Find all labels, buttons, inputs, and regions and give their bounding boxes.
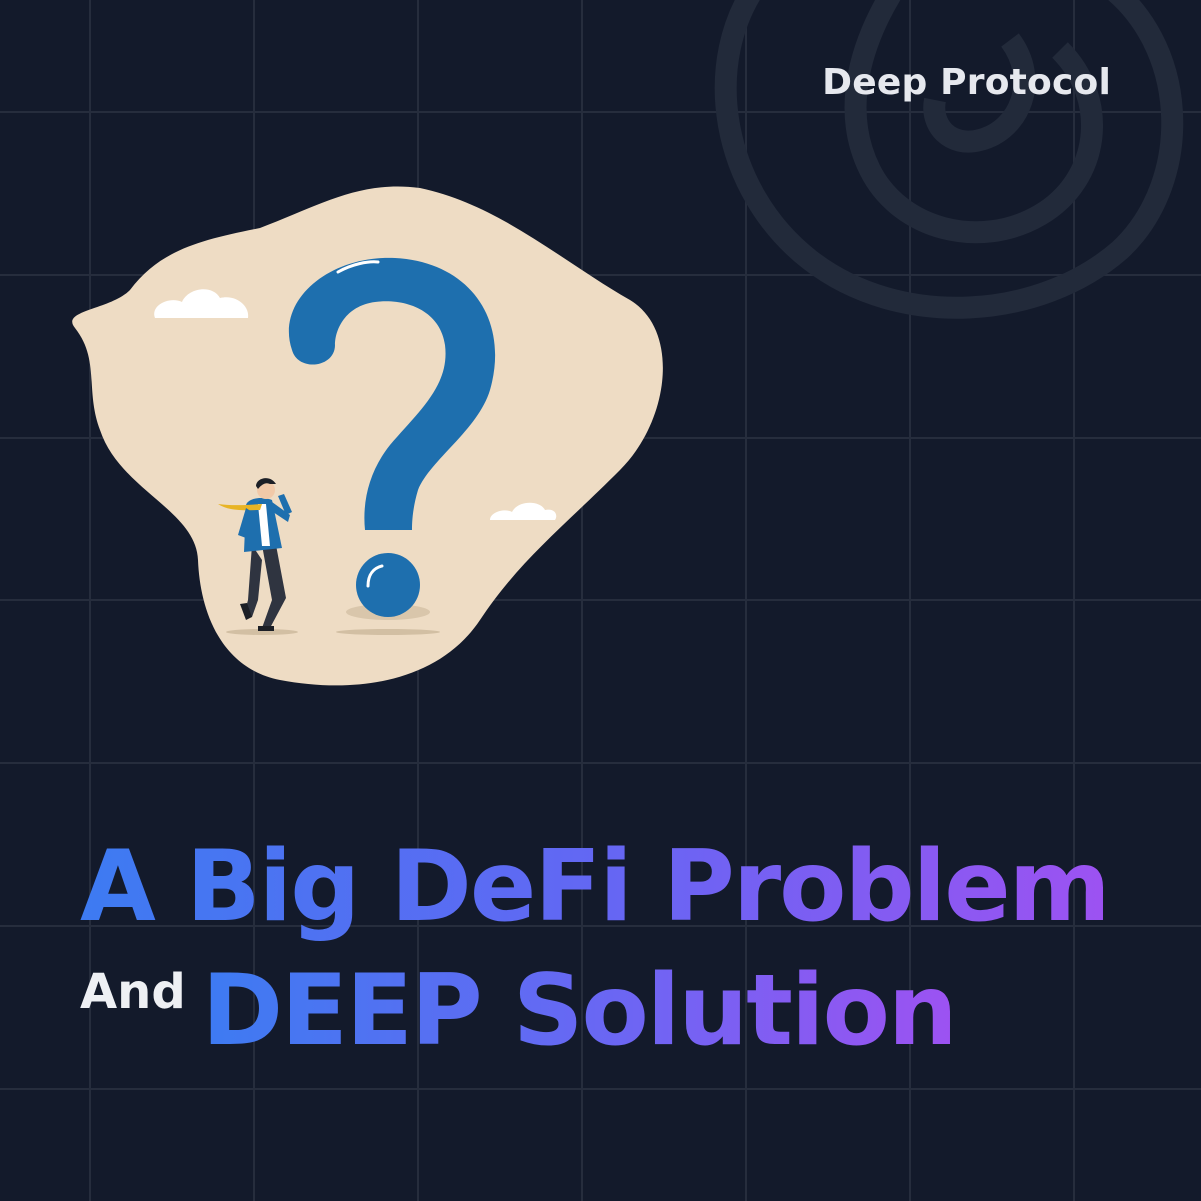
headline-connector: And: [80, 964, 186, 1020]
headline: A Big DeFi Problem And DEEP Solution: [80, 828, 1180, 1070]
headline-line2: And DEEP Solution: [80, 952, 1180, 1070]
headline-solution: DEEP Solution: [201, 954, 958, 1068]
poster: Deep Protocol A Big DeFi Problem And DEE…: [0, 0, 1201, 1201]
headline-line1: A Big DeFi Problem: [80, 830, 1111, 944]
